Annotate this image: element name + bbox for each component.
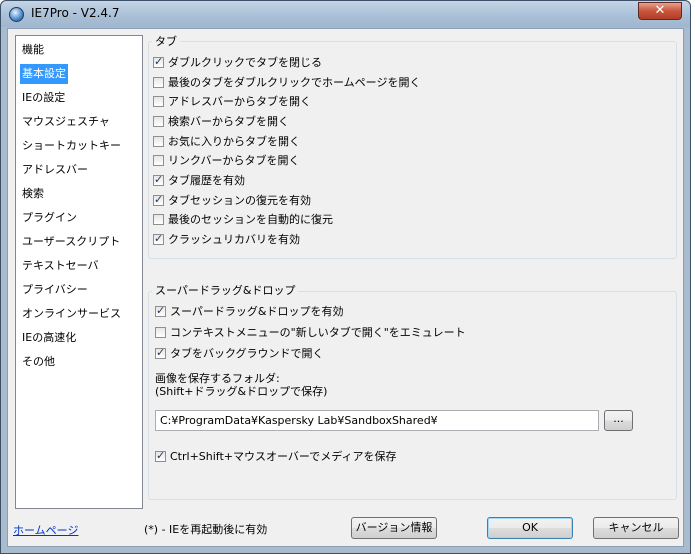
nav-item-plugins[interactable]: プラグイン [20,208,79,228]
drag-group-label: スーパードラッグ&ドロップ [152,284,299,297]
ie7pro-app-icon [9,7,24,22]
option-label: リンクバーからタブを開く [168,154,300,167]
version-info-button[interactable]: バージョン情報 [351,517,437,539]
ok-button[interactable]: OK [487,517,573,539]
option-label: タブ履歴を有効 [168,174,245,187]
option-label: 検索バーからタブを開く [168,115,289,128]
checkbox[interactable] [153,55,164,68]
tab-group-box [148,41,677,259]
checkbox[interactable] [155,346,166,359]
nav-item-text-saver[interactable]: テキストセーバ [20,256,101,276]
window-title: IE7Pro - V2.4.7 [31,6,120,20]
option-label: クラッシュリカバリを有効 [168,233,300,246]
nav-item-shortcut-keys[interactable]: ショートカットキー [20,136,123,156]
option-label: スーパードラッグ&ドロップを有効 [170,305,344,318]
option-label: ダブルクリックでタブを閉じる [168,56,322,69]
image-folder-path-input[interactable]: C:¥ProgramData¥Kaspersky Lab¥SandboxShar… [155,410,599,431]
checkbox[interactable] [153,155,164,166]
nav-item-address-bar[interactable]: アドレスバー [20,160,90,180]
option-label: お気に入りからタブを開く [168,135,300,148]
cancel-button[interactable]: キャンセル [593,517,679,539]
browse-folder-button[interactable]: ... [604,410,633,431]
nav-item-ie-speedup[interactable]: IEの高速化 [20,328,78,348]
image-folder-hint: (Shift+ドラッグ&ドロップで保存) [155,385,328,398]
nav-item-other[interactable]: その他 [20,352,57,372]
checkbox[interactable] [153,116,164,127]
ie7pro-settings-window: IE7Pro - V2.4.7 ✕ 機能 基本設定 IEの設定 マウスジェスチャ… [0,0,691,554]
checkbox[interactable] [153,214,164,225]
nav-item-online-services[interactable]: オンラインサービス [20,304,123,324]
checkbox[interactable] [155,304,166,317]
settings-category-list[interactable]: 機能 基本設定 IEの設定 マウスジェスチャ ショートカットキー アドレスバー … [15,35,143,509]
option-label: 最後のタブをダブルクリックでホームページを開く [168,76,421,89]
checkbox[interactable] [153,232,164,245]
checkbox[interactable] [153,77,164,88]
nav-item-features[interactable]: 機能 [20,40,46,60]
checkbox[interactable] [153,96,164,107]
option-label: コンテキストメニューの"新しいタブで開く"をエミュレート [170,326,466,339]
checkbox[interactable] [153,136,164,147]
nav-item-user-scripts[interactable]: ユーザースクリプト [20,232,122,252]
checkbox[interactable] [153,193,164,206]
nav-item-mouse-gesture[interactable]: マウスジェスチャ [20,112,112,132]
nav-item-search[interactable]: 検索 [20,184,46,204]
option-label: 最後のセッションを自動的に復元 [168,213,333,226]
title-bar[interactable]: IE7Pro - V2.4.7 ✕ [1,1,690,27]
option-label: アドレスバーからタブを開く [168,95,311,108]
dialog-client-area: 機能 基本設定 IEの設定 マウスジェスチャ ショートカットキー アドレスバー … [7,28,684,547]
checkbox[interactable] [153,173,164,186]
image-folder-label: 画像を保存するフォルダ: [155,372,280,385]
option-label: Ctrl+Shift+マウスオーバーでメディアを保存 [170,450,397,463]
restart-note: (*) - IEを再起動後に有効 [144,523,268,536]
checkbox[interactable] [155,449,166,462]
option-label: タブセッションの復元を有効 [168,194,311,207]
nav-item-ie-settings[interactable]: IEの設定 [20,88,67,108]
tab-group-label: タブ [152,35,180,48]
checkbox[interactable] [155,327,166,338]
homepage-link[interactable]: ホームページ [13,522,78,538]
close-button[interactable]: ✕ [638,2,682,20]
nav-item-privacy[interactable]: プライバシー [20,280,90,300]
option-label: タブをバックグラウンドで開く [170,347,324,360]
nav-item-basic-settings[interactable]: 基本設定 [20,64,68,84]
